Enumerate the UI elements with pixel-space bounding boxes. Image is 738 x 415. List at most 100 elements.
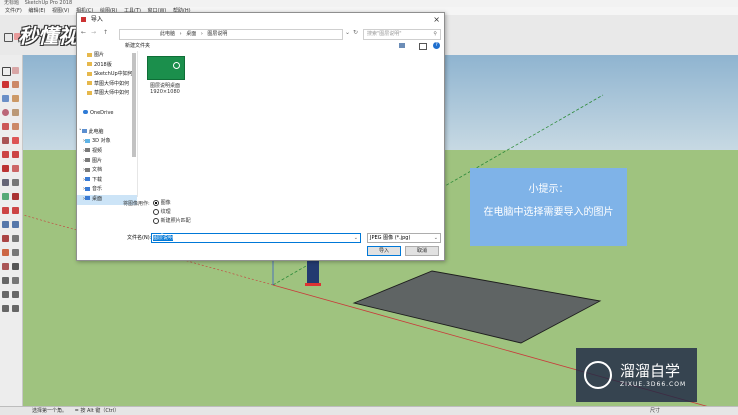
scale-tool-icon[interactable] xyxy=(2,165,9,172)
refresh-icon[interactable]: ↻ xyxy=(353,29,358,36)
documents-icon xyxy=(85,167,90,172)
filename-input[interactable]: 图层说明 ⌄ xyxy=(151,233,361,243)
eraser-tool-icon[interactable] xyxy=(12,67,19,74)
tree-item[interactable]: 2018版 xyxy=(77,61,137,71)
tree-scrollbar[interactable] xyxy=(132,53,136,157)
file-label[interactable]: 图层说明桌面 1920×1080 xyxy=(143,83,187,95)
arc-tool-icon[interactable] xyxy=(2,123,9,130)
filename-row: 文件名(N): 图层说明 ⌄ JPEG 图像 (*.jpg) ⌄ xyxy=(77,232,444,244)
followme-tool-icon[interactable] xyxy=(12,137,19,144)
import-dialog: 导入 × ← → ↑ 此电脑 › 桌面 › 图层说明 ⌄ ↻ 搜索"图层说明" … xyxy=(76,12,445,261)
dialog-title-bar[interactable]: 导入 × xyxy=(77,13,444,27)
status-modifier: = 按 Alt 键（Ctrl） xyxy=(74,408,120,414)
tree-item[interactable]: › 图片 xyxy=(77,157,137,167)
navigation-pane: 图片 2018版 SketchUp中如何 草图大师中如何 草图大师中如何 One… xyxy=(77,51,138,205)
tip-title: 小提示： xyxy=(528,184,569,195)
radio-icon[interactable] xyxy=(153,208,159,215)
tree-item[interactable]: 图片 xyxy=(77,51,137,61)
tree-item[interactable]: › 下载 xyxy=(77,176,137,186)
radio-checked-icon[interactable] xyxy=(153,199,159,206)
navigation-row: ← → ↑ 此电脑 › 桌面 › 图层说明 ⌄ ↻ 搜索"图层说明" ⚲ xyxy=(77,27,444,41)
menu-view[interactable]: 视图(V) xyxy=(52,8,69,14)
paint-tool-icon[interactable] xyxy=(2,193,9,200)
tree-item[interactable]: 草图大师中如何 xyxy=(77,80,137,90)
filetype-value: JPEG 图像 (*.jpg) xyxy=(370,235,411,241)
misc-tool-icon[interactable] xyxy=(12,305,19,312)
rotate-tool-icon[interactable] xyxy=(12,151,19,158)
freehand-tool-icon[interactable] xyxy=(12,81,19,88)
walk-tool-icon[interactable] xyxy=(12,235,19,242)
breadcrumb-separator: › xyxy=(179,31,182,37)
tree-item[interactable]: › 视频 xyxy=(77,147,137,157)
tree-item[interactable]: › 文档 xyxy=(77,166,137,176)
move-tool-icon[interactable] xyxy=(2,151,9,158)
line-tool-icon[interactable] xyxy=(2,81,9,88)
filetype-select[interactable]: JPEG 图像 (*.jpg) ⌄ xyxy=(367,233,441,243)
text-tool-icon[interactable] xyxy=(12,179,19,186)
breadcrumb-desktop[interactable]: 桌面 xyxy=(186,31,196,37)
zoom-window-tool-icon[interactable] xyxy=(12,221,19,228)
thumbnail-logo-icon xyxy=(173,62,180,69)
status-hint: 选择第一个角。 xyxy=(32,408,68,414)
prev-view-tool-icon[interactable] xyxy=(2,291,9,298)
tree-item[interactable]: 草图大师中如何 xyxy=(77,89,137,99)
section-tool-icon[interactable] xyxy=(2,249,9,256)
pan-tool-icon[interactable] xyxy=(12,207,19,214)
misc-tool-icon[interactable] xyxy=(2,305,9,312)
next-view-tool-icon[interactable] xyxy=(12,291,19,298)
orbit-tool-icon[interactable] xyxy=(2,207,9,214)
play-icon xyxy=(584,361,612,389)
polygon-tool-icon[interactable] xyxy=(12,109,19,116)
tree-item[interactable]: SketchUp中如何 xyxy=(77,70,137,80)
rectangle-tool-icon[interactable] xyxy=(2,95,9,102)
forward-arrow-icon[interactable]: → xyxy=(91,29,96,36)
watermark-brand: 溜溜自学 xyxy=(620,362,681,380)
address-bar[interactable]: 此电脑 › 桌面 › 图层说明 xyxy=(119,29,343,40)
preview-pane-icon[interactable] xyxy=(419,43,427,50)
menu-file[interactable]: 文件(F) xyxy=(5,8,22,14)
chevron-down-icon[interactable]: ⌄ xyxy=(434,234,438,242)
window-app-name: SketchUp Pro 2018 xyxy=(24,0,73,6)
tree-item[interactable]: OneDrive xyxy=(77,109,137,119)
chevron-down-icon[interactable]: ⌄ xyxy=(354,234,358,242)
music-icon xyxy=(85,186,90,191)
import-button[interactable]: 导入 xyxy=(367,246,401,256)
dimension-tool-icon[interactable] xyxy=(12,263,19,270)
position-camera-tool-icon[interactable] xyxy=(2,263,9,270)
select-tool-icon[interactable] xyxy=(2,67,11,76)
cancel-button[interactable]: 取消 xyxy=(405,246,439,256)
pushpull-tool-icon[interactable] xyxy=(2,137,9,144)
menu-edit[interactable]: 编辑(E) xyxy=(28,8,45,14)
file-thumbnail[interactable] xyxy=(147,56,185,80)
option-image[interactable]: 图像 xyxy=(153,199,171,207)
rotated-rect-tool-icon[interactable] xyxy=(12,95,19,102)
zoom-extents-tool-icon[interactable] xyxy=(2,235,9,242)
offset-tool-icon[interactable] xyxy=(12,165,19,172)
view-options-icon[interactable] xyxy=(399,43,405,48)
pie-tool-icon[interactable] xyxy=(12,123,19,130)
tape-tool-icon[interactable] xyxy=(2,179,9,186)
up-arrow-icon[interactable]: ↑ xyxy=(103,29,108,36)
back-arrow-icon[interactable]: ← xyxy=(81,29,86,36)
axes-tool-icon[interactable] xyxy=(12,193,19,200)
protractor-tool-icon[interactable] xyxy=(2,277,9,284)
dropdown-icon[interactable]: ⌄ xyxy=(345,29,350,36)
breadcrumb-this-pc[interactable]: 此电脑 xyxy=(160,31,175,37)
tree-item[interactable]: › 音乐 xyxy=(77,185,137,195)
look-around-tool-icon[interactable] xyxy=(12,249,19,256)
new-folder-button[interactable]: 新建文件夹 xyxy=(125,41,150,51)
option-texture[interactable]: 纹理 xyxy=(153,208,171,216)
zoom-tool-icon[interactable] xyxy=(2,221,9,228)
search-input[interactable]: 搜索"图层说明" ⚲ xyxy=(363,29,441,40)
tree-item[interactable]: › 3D 对象 xyxy=(77,137,137,147)
help-icon[interactable]: ? xyxy=(433,42,440,49)
option-photo-match[interactable]: 新建照片匹配 xyxy=(153,217,191,225)
radio-icon[interactable] xyxy=(153,217,159,224)
watermark: 溜溜自学 ZIXUE.3D66.COM xyxy=(576,348,697,402)
circle-tool-icon[interactable] xyxy=(2,109,9,116)
close-icon[interactable]: × xyxy=(433,13,440,27)
select-tool-icon[interactable] xyxy=(4,33,13,42)
breadcrumb-folder[interactable]: 图层说明 xyxy=(207,31,227,37)
sandbox-tool-icon[interactable] xyxy=(12,277,19,284)
tree-item[interactable]: ˅ 此电脑 xyxy=(77,128,137,138)
